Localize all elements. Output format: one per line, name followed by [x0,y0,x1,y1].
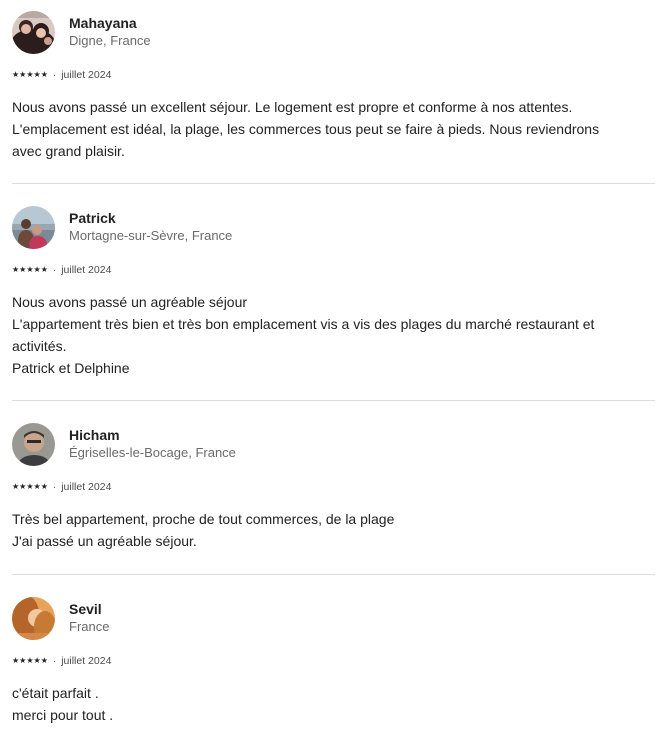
review-text-line: Très bel appartement, proche de tout com… [12,511,395,527]
review-date: juillet 2024 [61,69,112,81]
review-text: Nous avons passé un agréable séjour L'ap… [12,291,655,379]
review-divider [12,183,655,184]
separator-dot: · [52,69,57,81]
review-text-line: avec grand plaisir. [12,143,125,159]
avatar[interactable] [12,10,55,54]
review-header: Patrick Mortagne-sur-Sèvre, France [12,205,655,249]
reviewer-location: France [69,619,110,634]
review-meta: ★★★★★ · juillet 2024 [12,654,655,668]
star-rating-icon: ★★★★★ [12,265,48,274]
star-rating-icon: ★★★★★ [12,482,48,491]
review-text-line: Nous avons passé un excellent séjour. Le… [12,99,573,115]
reviews-list: Mahayana Digne, France ★★★★★ · juillet 2… [0,0,668,737]
review-text-line: merci pour tout . [12,707,114,723]
avatar[interactable] [12,596,55,640]
review-item: Patrick Mortagne-sur-Sèvre, France ★★★★★… [12,205,655,379]
review-meta: ★★★★★ · juillet 2024 [12,263,655,277]
reviewer-location: Mortagne-sur-Sèvre, France [69,228,233,243]
review-text: c'était parfait . merci pour tout . [12,682,655,726]
separator-dot: · [52,655,57,667]
review-divider [12,400,655,401]
review-text-line: activités. [12,338,67,354]
reviewer-name: Mahayana [69,15,137,31]
review-date: juillet 2024 [61,481,112,493]
avatar[interactable] [12,422,55,466]
review-meta: ★★★★★ · juillet 2024 [12,68,655,82]
review-header: Mahayana Digne, France [12,10,655,54]
review-item: Sevil France ★★★★★ · juillet 2024 c'étai… [12,596,655,726]
review-text-line: L'appartement très bien et très bon empl… [12,316,595,332]
review-divider [12,574,655,575]
review-item: Hicham Égriselles-le-Bocage, France ★★★★… [12,422,655,552]
review-text-line: c'était parfait . [12,685,99,701]
star-rating-icon: ★★★★★ [12,656,48,665]
review-text: Très bel appartement, proche de tout com… [12,508,655,552]
reviewer-name: Patrick [69,210,116,226]
review-text-line: Patrick et Delphine [12,360,130,376]
review-date: juillet 2024 [61,264,112,276]
separator-dot: · [52,481,57,493]
reviewer-name: Hicham [69,427,120,443]
reviewer-location: Digne, France [69,33,151,48]
review-text-line: J'ai passé un agréable séjour. [12,533,197,549]
separator-dot: · [52,264,57,276]
review-meta: ★★★★★ · juillet 2024 [12,480,655,494]
star-rating-icon: ★★★★★ [12,70,48,79]
review-text-line: Nous avons passé un agréable séjour [12,294,248,310]
avatar[interactable] [12,205,55,249]
review-text: Nous avons passé un excellent séjour. Le… [12,96,655,162]
review-header: Hicham Égriselles-le-Bocage, France [12,422,655,466]
reviewer-name: Sevil [69,601,102,617]
review-item: Mahayana Digne, France ★★★★★ · juillet 2… [12,10,655,162]
review-header: Sevil France [12,596,655,640]
review-date: juillet 2024 [61,655,112,667]
reviewer-location: Égriselles-le-Bocage, France [69,445,236,460]
review-text-line: L'emplacement est idéal, la plage, les c… [12,121,600,137]
